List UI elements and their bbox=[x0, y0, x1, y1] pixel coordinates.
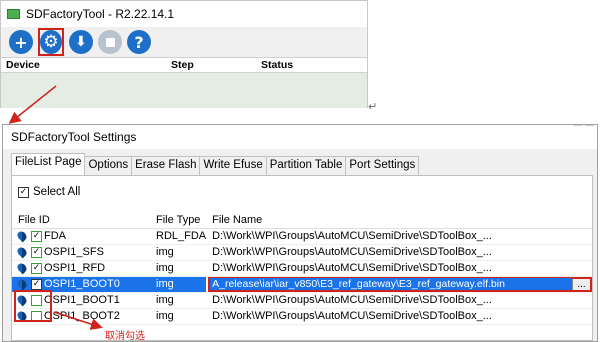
col-status: Status bbox=[261, 59, 294, 71]
file-name-editor[interactable]: A_release\iar\iar_v850\E3_ref_gateway\E3… bbox=[208, 276, 592, 291]
file-type: RDL_FDA bbox=[150, 228, 207, 245]
select-all-checkbox[interactable] bbox=[18, 186, 29, 198]
tab-partition-table[interactable]: Partition Table bbox=[265, 156, 347, 175]
stop-icon[interactable] bbox=[98, 30, 122, 54]
settings-window: SDFactoryTool Settings FileList Page Opt… bbox=[2, 124, 598, 342]
settings-title: SDFactoryTool Settings bbox=[11, 130, 137, 144]
add-icon[interactable]: + bbox=[9, 30, 33, 54]
file-name[interactable]: D:\Work\WPI\Groups\AutoMCU\SemiDrive\SDT… bbox=[206, 228, 592, 245]
gear-icon[interactable]: ⚙ bbox=[40, 30, 62, 54]
file-type: img bbox=[150, 244, 207, 261]
file-name[interactable]: D:\Work\WPI\Groups\AutoMCU\SemiDrive\SDT… bbox=[206, 308, 592, 325]
row-checkbox[interactable] bbox=[31, 246, 42, 258]
uncheck-highlight bbox=[14, 290, 52, 322]
table-row[interactable]: OSPI1_RFD img D:\Work\WPI\Groups\AutoMCU… bbox=[12, 260, 592, 277]
tab-options[interactable]: Options bbox=[84, 156, 133, 175]
file-id: OSPI1_RFD bbox=[44, 262, 106, 274]
col-file-type: File Type bbox=[150, 212, 207, 229]
tab-filelist-page[interactable]: FileList Page bbox=[11, 153, 86, 175]
col-file-name: File Name bbox=[206, 212, 592, 229]
file-name[interactable]: D:\Work\WPI\Groups\AutoMCU\SemiDrive\SDT… bbox=[206, 260, 592, 277]
main-toolbar: + ⚙ ⬇ ? bbox=[1, 27, 367, 57]
settings-highlight: ⚙ bbox=[38, 28, 64, 56]
main-titlebar: SDFactoryTool - R2.22.14.1 bbox=[1, 1, 367, 27]
select-all[interactable]: Select All bbox=[18, 186, 80, 198]
file-name-input[interactable]: A_release\iar\iar_v850\E3_ref_gateway\E3… bbox=[210, 278, 572, 290]
file-table-header: File ID File Type File Name bbox=[12, 212, 592, 229]
file-name[interactable]: D:\Work\WPI\Groups\AutoMCU\SemiDrive\SDT… bbox=[206, 244, 592, 261]
file-name[interactable]: D:\Work\WPI\Groups\AutoMCU\SemiDrive\SDT… bbox=[206, 292, 592, 309]
table-row[interactable]: FDA RDL_FDA D:\Work\WPI\Groups\AutoMCU\S… bbox=[12, 228, 592, 245]
file-table: File ID File Type File Name FDA RDL_FDA … bbox=[12, 212, 592, 325]
row-checkbox[interactable] bbox=[31, 262, 42, 274]
pin-icon bbox=[15, 277, 29, 291]
table-row[interactable]: OSPI1_BOOT2 img D:\Work\WPI\Groups\AutoM… bbox=[12, 308, 592, 325]
download-icon[interactable]: ⬇ bbox=[69, 30, 93, 54]
settings-titlebar: SDFactoryTool Settings bbox=[3, 125, 597, 149]
filelist-page: Select All File ID File Type File Name F… bbox=[11, 175, 593, 341]
tab-port-settings[interactable]: Port Settings bbox=[345, 156, 420, 175]
file-id: OSPI1_BOOT1 bbox=[44, 294, 120, 306]
row-checkbox[interactable] bbox=[31, 230, 42, 242]
pin-icon bbox=[15, 261, 29, 275]
browse-button[interactable]: ... bbox=[572, 278, 590, 290]
table-row[interactable]: OSPI1_BOOT1 img D:\Work\WPI\Groups\AutoM… bbox=[12, 292, 592, 309]
file-id: OSPI1_BOOT2 bbox=[44, 310, 120, 322]
return-mark: ↵ bbox=[368, 100, 378, 113]
settings-tabs: FileList Page Options Erase Flash Write … bbox=[3, 153, 597, 175]
uncheck-note: 取消勾选 bbox=[105, 331, 145, 342]
table-row[interactable]: OSPI1_SFS img D:\Work\WPI\Groups\AutoMCU… bbox=[12, 244, 592, 261]
file-id: OSPI1_BOOT0 bbox=[44, 278, 120, 290]
main-title: SDFactoryTool - R2.22.14.1 bbox=[26, 7, 175, 21]
row-checkbox[interactable] bbox=[31, 278, 42, 290]
device-grid-header: Device Step Status bbox=[1, 57, 367, 73]
tab-write-efuse[interactable]: Write Efuse bbox=[199, 156, 267, 175]
tab-erase-flash[interactable]: Erase Flash bbox=[131, 156, 201, 175]
col-device: Device bbox=[6, 59, 40, 71]
app-icon bbox=[7, 9, 20, 19]
main-window: SDFactoryTool - R2.22.14.1 + ⚙ ⬇ ? Devic… bbox=[0, 0, 368, 108]
pin-icon bbox=[15, 229, 29, 243]
file-id: OSPI1_SFS bbox=[44, 246, 104, 258]
doc-edge-mark: — — bbox=[573, 120, 594, 130]
device-grid-body[interactable] bbox=[1, 73, 367, 108]
select-all-label: Select All bbox=[33, 186, 81, 198]
col-file-id: File ID bbox=[12, 212, 150, 229]
file-type: img bbox=[150, 308, 207, 325]
file-type: img bbox=[150, 260, 207, 277]
file-type: img bbox=[150, 292, 207, 309]
pin-icon bbox=[15, 245, 29, 259]
col-step: Step bbox=[171, 59, 194, 71]
help-icon[interactable]: ? bbox=[127, 30, 151, 54]
file-id: FDA bbox=[44, 230, 66, 242]
table-row-selected[interactable]: OSPI1_BOOT0 img A_release\iar\iar_v850\E… bbox=[12, 276, 592, 293]
file-type: img bbox=[150, 276, 207, 293]
